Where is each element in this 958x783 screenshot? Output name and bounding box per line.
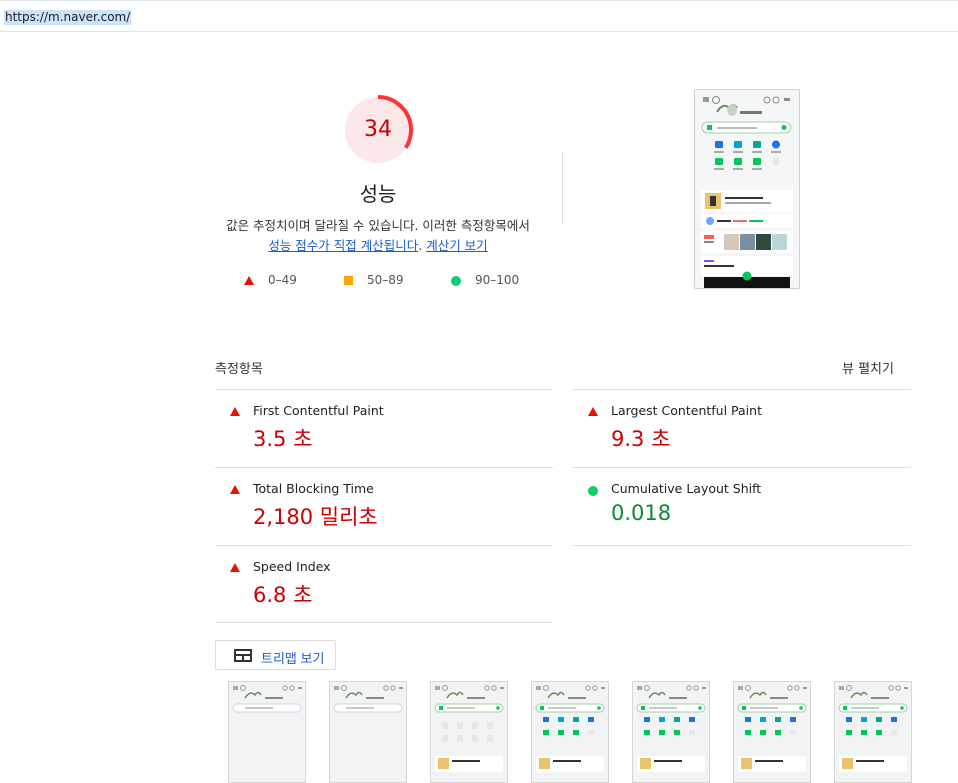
metric-cumulative-layout-shift: Cumulative Layout Shift 0.018 [573,476,903,546]
calculator-link[interactable]: 계산기 보기 [426,238,487,253]
vertical-divider [562,152,563,224]
filmstrip-frame [329,681,407,783]
metrics-heading: 측정항목 [215,362,263,377]
metric-name: Largest Contentful Paint [611,403,762,418]
pass-circle-icon [588,486,598,496]
divider [573,389,911,390]
metric-value: 9.3 초 [611,427,671,451]
metric-name: Total Blocking Time [253,481,374,496]
view-treemap-button[interactable]: 트리맵 보기 [215,640,336,670]
filmstrip-frame [430,681,508,783]
metric-name: First Contentful Paint [253,403,384,418]
fail-triangle-icon [588,407,598,416]
performance-gauge: 34 [342,94,414,166]
treemap-button-label: 트리맵 보기 [261,651,325,666]
address-bar[interactable]: https://m.naver.com/ [0,0,958,32]
divider [573,467,911,468]
legend-item-pass: 90–100 [451,273,519,287]
circle-icon [451,275,461,286]
url-text[interactable]: https://m.naver.com/ [4,10,132,25]
naver-mobile-preview [695,90,799,288]
legend-item-average: 50–89 [344,273,404,287]
divider [215,545,553,546]
final-screenshot[interactable] [694,89,800,289]
link-separator: . [418,238,427,253]
fail-triangle-icon [230,407,240,416]
divider [573,545,911,546]
filmstrip-frame [228,681,306,783]
metric-value: 0.018 [611,501,672,525]
performance-title: 성능 [359,182,397,206]
metric-value: 2,180 밀리초 [253,505,378,529]
divider [215,467,553,468]
legend-range-fail: 0–49 [268,273,297,287]
treemap-icon [234,649,252,662]
filmstrip-frame [632,681,710,783]
description-text: 값은 추정치이며 달라질 수 있습니다. 이러한 측정항목에서 [226,218,530,233]
legend-range-average: 50–89 [367,273,404,287]
metric-value: 6.8 초 [253,583,313,607]
metric-total-blocking-time: Total Blocking Time 2,180 밀리초 [215,476,545,546]
metric-first-contentful-paint: First Contentful Paint 3.5 초 [215,398,545,468]
filmstrip-frame [834,681,912,783]
triangle-icon [244,276,254,285]
fail-triangle-icon [230,563,240,572]
metric-value: 3.5 초 [253,427,313,451]
divider [215,622,553,623]
score-description: 값은 추정치이며 달라질 수 있습니다. 이러한 측정항목에서 성능 점수가 직… [208,216,548,256]
filmstrip-frame [733,681,811,783]
expand-view-toggle[interactable]: 뷰 펼치기 [842,358,894,377]
fail-triangle-icon [230,485,240,494]
metric-largest-contentful-paint: Largest Contentful Paint 9.3 초 [573,398,903,468]
metric-speed-index: Speed Index 6.8 초 [215,554,545,624]
metric-name: Cumulative Layout Shift [611,481,762,496]
square-icon [344,276,353,285]
legend-item-fail: 0–49 [244,273,297,287]
performance-score: 34 [364,117,392,142]
divider [215,389,553,390]
score-calculation-link[interactable]: 성능 점수가 직접 계산됩니다 [268,238,418,253]
legend-range-pass: 90–100 [475,273,520,287]
filmstrip-frame [531,681,609,783]
metric-name: Speed Index [253,559,331,574]
